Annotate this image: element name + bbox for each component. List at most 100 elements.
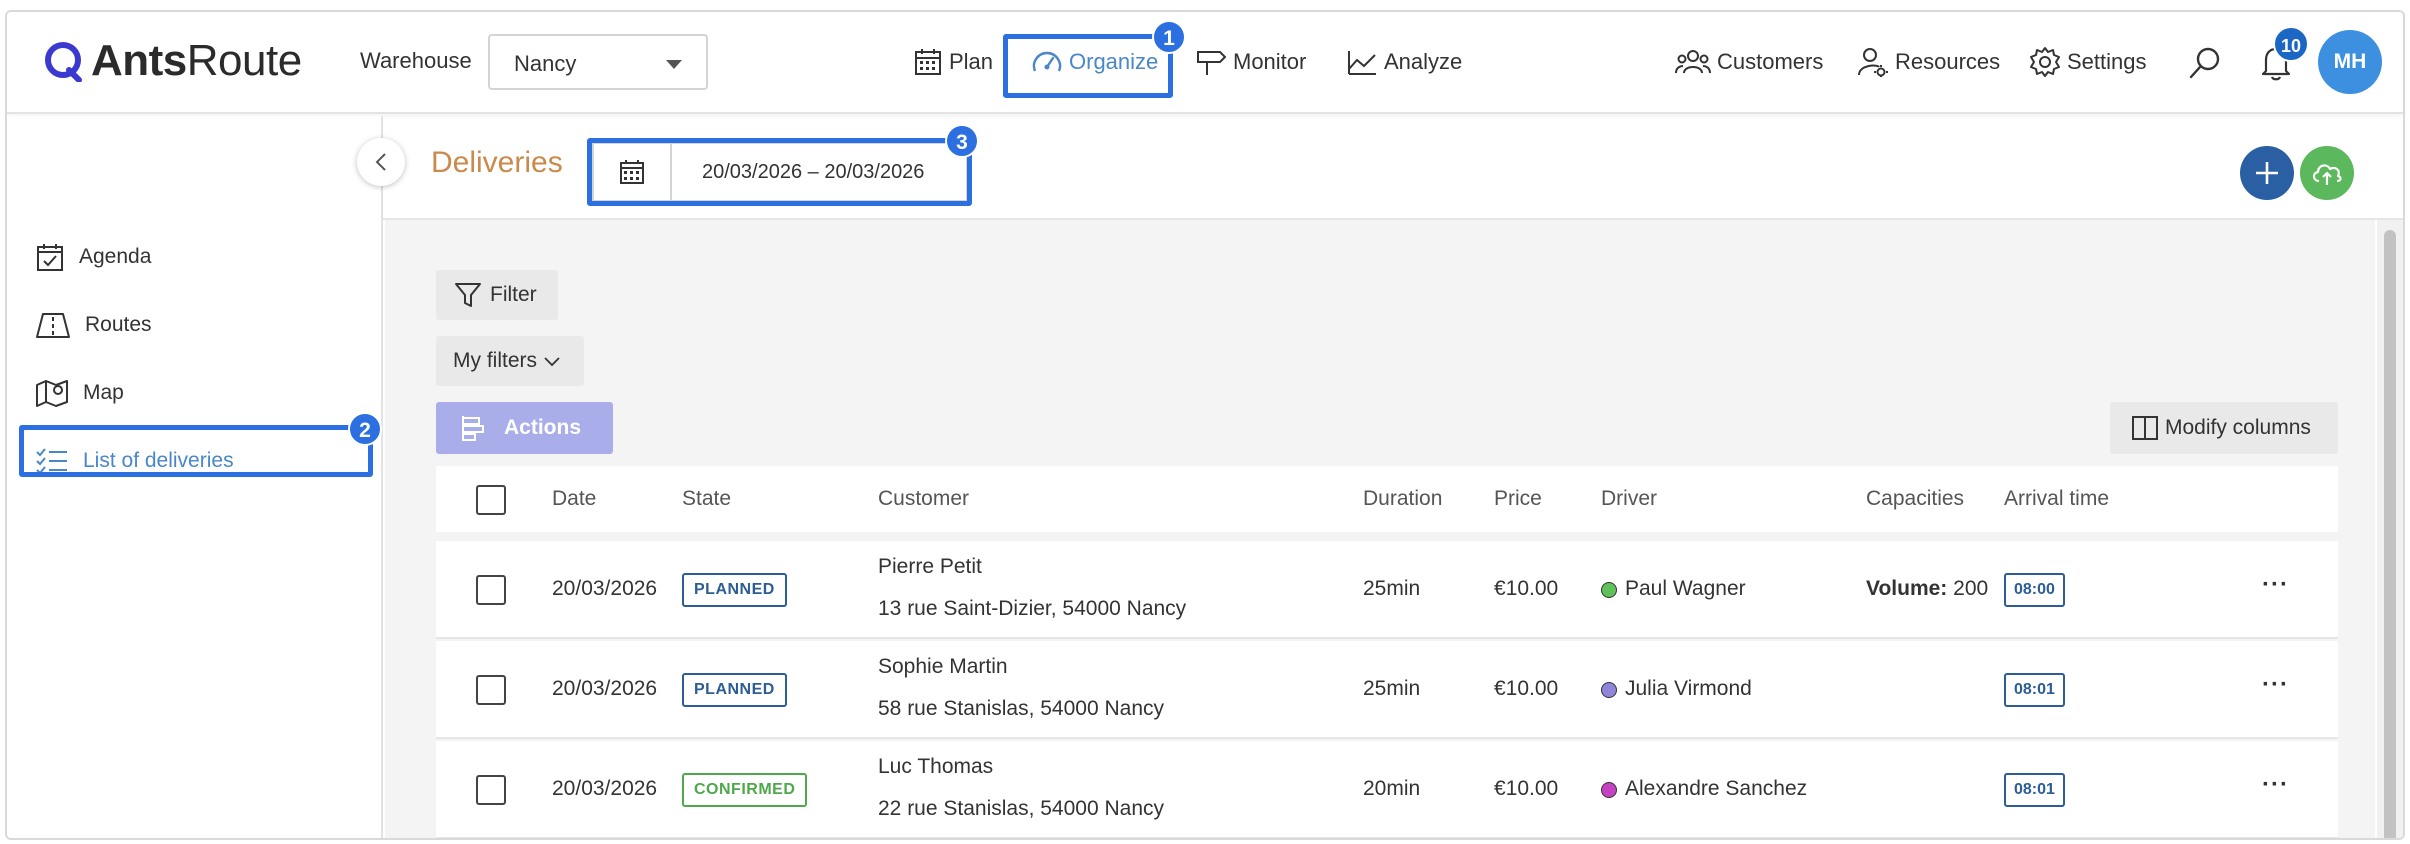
driver-color-dot (1601, 682, 1617, 698)
arrival-time-badge: 08:01 (2004, 673, 2065, 707)
table-row[interactable]: 20/03/2026 PLANNED Pierre Petit 13 rue S… (436, 541, 2338, 639)
sidebar-item-agenda[interactable]: Agenda (35, 237, 151, 277)
map-icon (36, 380, 68, 407)
nav-monitor-label: Monitor (1233, 49, 1307, 74)
user-gear-icon (1858, 48, 1888, 77)
driver-name: Alexandre Sanchez (1625, 777, 1808, 800)
my-filters-dropdown[interactable]: My filters (436, 336, 584, 386)
gear-icon (2030, 47, 2060, 77)
customer-address: 13 rue Saint-Dizier, 54000 Nancy (878, 597, 1187, 620)
driver-color-dot (1601, 782, 1617, 798)
annotation-badge-1: 1 (1152, 20, 1186, 54)
sidebar-item-label: Agenda (79, 245, 152, 268)
driver-color-dot (1601, 582, 1617, 598)
customer-address: 22 rue Stanislas, 54000 Nancy (878, 797, 1165, 820)
logo[interactable]: AntsRoute (43, 36, 302, 86)
page-title: Deliveries (431, 146, 563, 179)
customer-name: Pierre Petit (878, 555, 982, 578)
sidebar-collapse-button[interactable] (357, 138, 405, 186)
customer-address: 58 rue Stanislas, 54000 Nancy (878, 697, 1165, 720)
customer-name: Sophie Martin (878, 655, 1008, 678)
row-duration: 20min (1363, 777, 1421, 800)
modify-columns-button[interactable]: Modify columns (2110, 402, 2338, 454)
highlight-organize (1003, 34, 1173, 98)
row-capacities: Volume: 200 (1866, 577, 1989, 600)
top-bar: AntsRoute Warehouse Nancy Plan Organize … (7, 12, 2403, 114)
table-header: Date State Customer Duration Price Drive… (436, 466, 2338, 532)
column-header-duration[interactable]: Duration (1363, 487, 1442, 511)
my-filters-label: My filters (453, 349, 537, 372)
nav-monitor[interactable]: Monitor (1195, 40, 1306, 84)
column-header-arrival-time[interactable]: Arrival time (2004, 487, 2109, 511)
plus-icon (2256, 162, 2278, 184)
row-price: €10.00 (1494, 777, 1559, 800)
nav-customers[interactable]: Customers (1675, 40, 1823, 84)
nav-plan[interactable]: Plan (913, 40, 993, 84)
row-date: 20/03/2026 (552, 777, 658, 800)
notification-count-badge: 10 (2273, 26, 2309, 62)
nav-analyze[interactable]: Analyze (1346, 40, 1462, 84)
filter-label: Filter (490, 283, 537, 306)
actions-label: Actions (504, 416, 582, 439)
row-more-options-icon[interactable]: ··· (2262, 771, 2289, 799)
add-delivery-button[interactable] (2240, 146, 2294, 200)
app-window: AntsRoute Warehouse Nancy Plan Organize … (5, 10, 2405, 840)
calendar-icon (915, 49, 941, 75)
scrollbar-thumb[interactable] (2384, 230, 2396, 838)
sidebar-item-routes[interactable]: Routes (35, 305, 152, 345)
avatar[interactable]: MH (2318, 30, 2382, 94)
warehouse-value: Nancy (514, 51, 577, 76)
row-price: €10.00 (1494, 677, 1559, 700)
annotation-badge-3: 3 (945, 124, 979, 158)
row-price: €10.00 (1494, 577, 1559, 600)
row-more-options-icon[interactable]: ··· (2262, 571, 2289, 599)
chevron-down-icon (544, 357, 560, 367)
nav-resources[interactable]: Resources (1857, 40, 2000, 84)
column-header-customer[interactable]: Customer (878, 487, 969, 511)
nav-customers-label: Customers (1717, 49, 1824, 74)
routes-icon (36, 313, 70, 338)
table-row[interactable]: 20/03/2026 CONFIRMED Luc Thomas 22 rue S… (436, 741, 2338, 838)
row-more-options-icon[interactable]: ··· (2262, 671, 2289, 699)
table-row[interactable]: 20/03/2026 PLANNED Sophie Martin 58 rue … (436, 641, 2338, 739)
users-icon (1675, 50, 1711, 74)
warehouse-select[interactable]: Nancy (488, 34, 708, 90)
annotation-badge-2: 2 (348, 412, 382, 446)
column-header-price[interactable]: Price (1494, 487, 1542, 511)
state-badge: PLANNED (682, 673, 787, 707)
modify-columns-label: Modify columns (2165, 416, 2311, 439)
actions-button[interactable]: Actions (436, 402, 613, 454)
column-header-date[interactable]: Date (552, 487, 596, 511)
warehouse-label: Warehouse (360, 48, 472, 73)
columns-icon (2132, 416, 2158, 440)
column-header-state[interactable]: State (682, 487, 731, 511)
arrival-time-badge: 08:01 (2004, 773, 2065, 807)
signpost-icon (1197, 51, 1227, 75)
row-duration: 25min (1363, 677, 1421, 700)
search-icon[interactable] (2188, 45, 2222, 81)
row-checkbox[interactable] (476, 775, 506, 805)
row-checkbox[interactable] (476, 575, 506, 605)
nav-analyze-label: Analyze (1384, 49, 1463, 74)
sidebar-item-map[interactable]: Map (35, 373, 124, 413)
select-all-checkbox[interactable] (476, 485, 506, 515)
calendar-check-icon (37, 244, 63, 271)
caret-down-icon (666, 60, 682, 69)
arrival-time-badge: 08:00 (2004, 573, 2065, 607)
chart-icon (1348, 51, 1376, 75)
nav-plan-label: Plan (949, 49, 994, 74)
highlight-date-range (587, 138, 972, 206)
actions-icon (462, 416, 484, 441)
column-header-capacities[interactable]: Capacities (1866, 487, 1964, 511)
filter-button[interactable]: Filter (436, 270, 558, 320)
logo-text: AntsRoute (91, 36, 302, 85)
driver-name: Julia Virmond (1625, 677, 1752, 700)
row-duration: 25min (1363, 577, 1421, 600)
sidebar-item-label: Map (83, 381, 124, 404)
customer-name: Luc Thomas (878, 755, 994, 778)
row-checkbox[interactable] (476, 675, 506, 705)
nav-settings[interactable]: Settings (2029, 40, 2147, 84)
column-header-driver[interactable]: Driver (1601, 487, 1657, 511)
upload-button[interactable] (2300, 146, 2354, 200)
nav-settings-label: Settings (2067, 49, 2147, 74)
